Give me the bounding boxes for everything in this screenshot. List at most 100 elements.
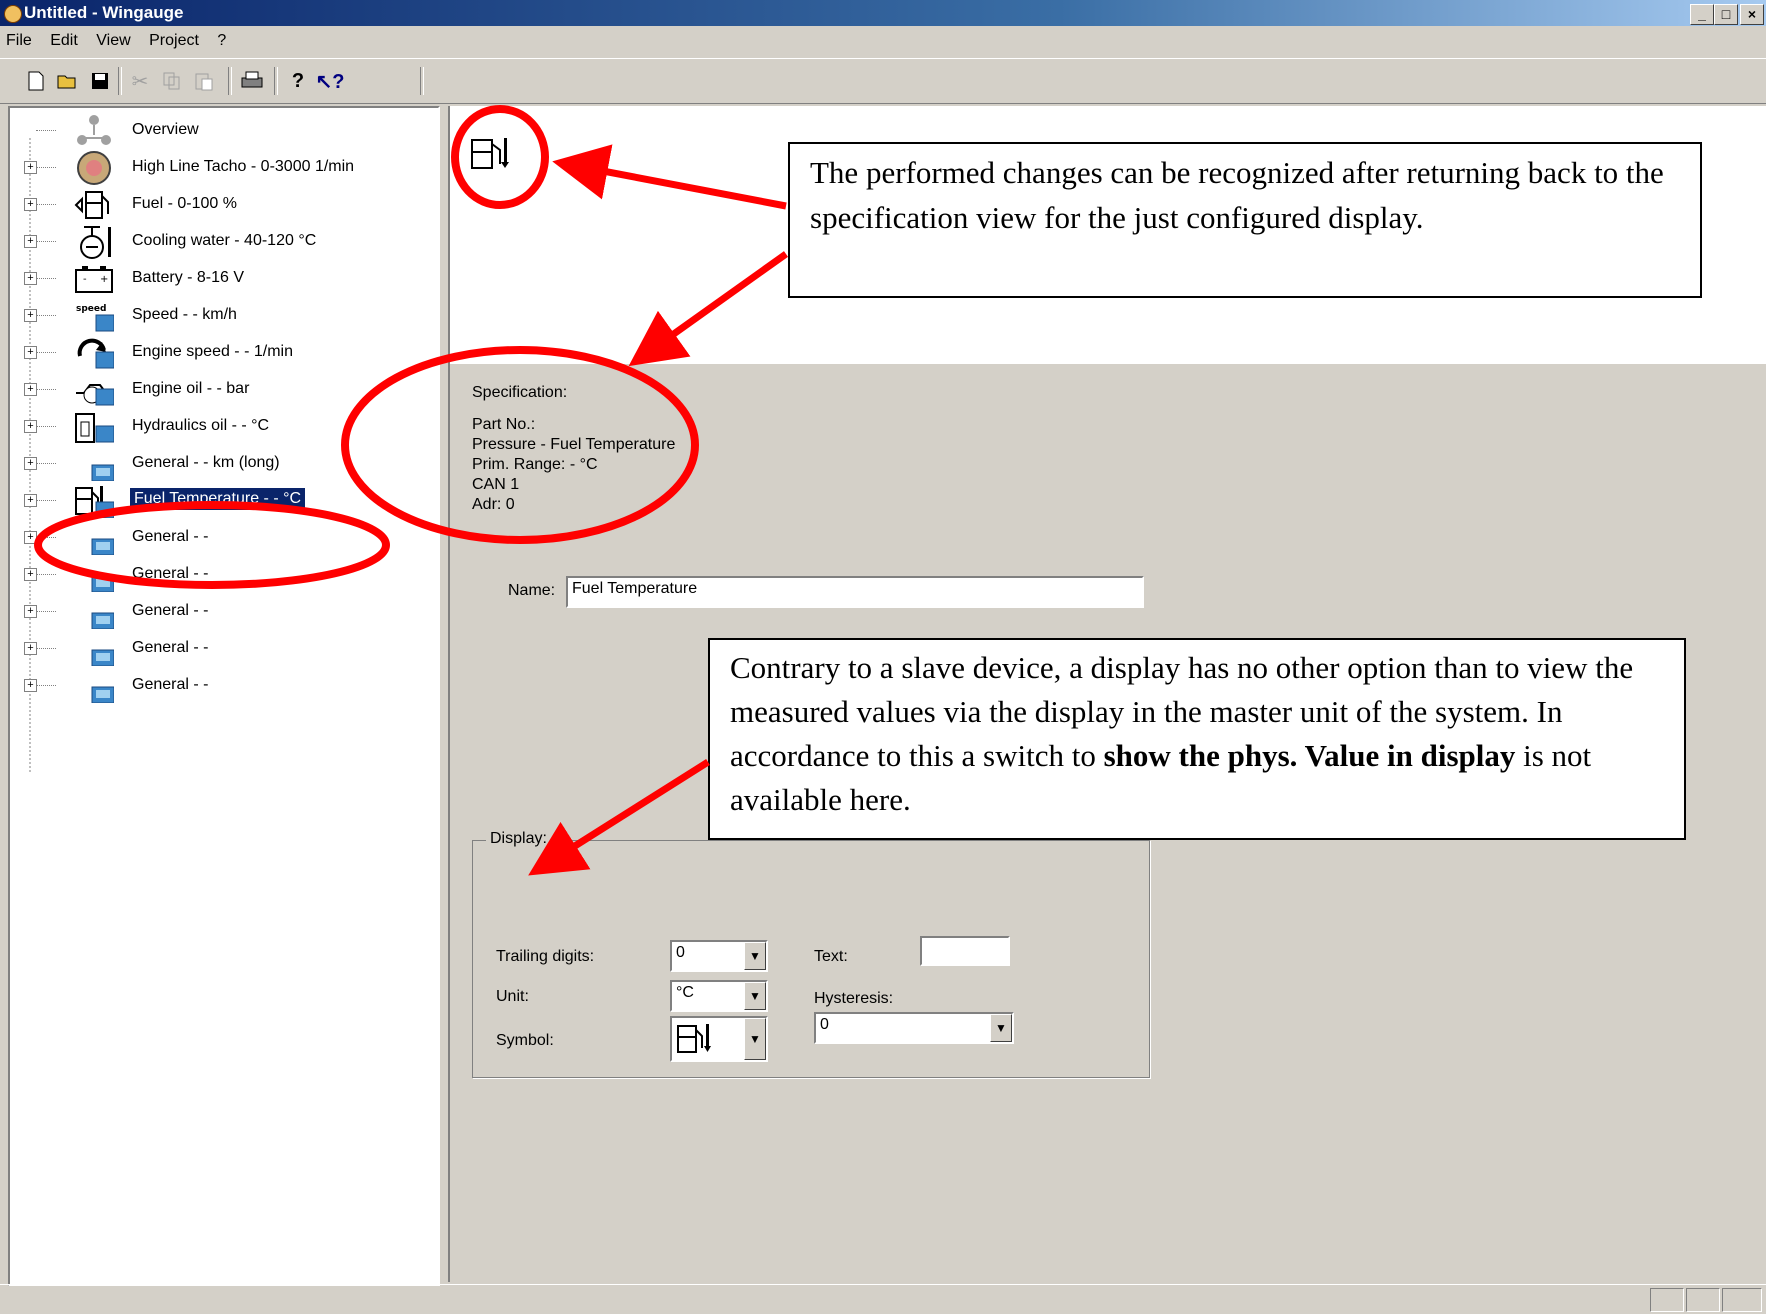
minimize-button[interactable]: _ (1690, 4, 1714, 25)
display-icon (74, 558, 115, 593)
tree-item[interactable]: + Engine speed - - 1/min (10, 334, 438, 372)
context-help-icon[interactable]: ↖? (316, 69, 345, 93)
tree-item[interactable]: + General - - (10, 556, 438, 594)
text-input[interactable] (920, 936, 1010, 966)
tree-item-label[interactable]: General - - (132, 602, 208, 620)
maximize-button[interactable]: □ (1714, 4, 1738, 25)
tree-item[interactable]: + General - - (10, 519, 438, 557)
tree-item-label[interactable]: Cooling water - 40-120 °C (132, 232, 316, 250)
hysteresis-select[interactable]: 0 ▼ (814, 1012, 1014, 1044)
fuel-temperature-icon (74, 484, 115, 519)
tree-item-label[interactable]: Hydraulics oil - - °C (132, 417, 269, 435)
toolbar-separator (118, 67, 122, 95)
tree-connector (36, 315, 56, 316)
spec-type: Pressure - Fuel Temperature (472, 436, 676, 453)
trailing-digits-label: Trailing digits: (496, 948, 595, 965)
menu-view[interactable]: View (96, 32, 130, 50)
tree-item-label[interactable]: Fuel - 0-100 % (132, 195, 237, 213)
tree-item-label[interactable]: General - - (132, 565, 208, 583)
fuel-icon (74, 188, 114, 222)
cut-icon[interactable]: ✂ (128, 69, 152, 93)
svg-text:+: + (100, 274, 108, 285)
unit-label: Unit: (496, 988, 529, 1005)
tree-connector (36, 426, 56, 427)
help-icon[interactable]: ? (286, 69, 310, 93)
callout-bottom: Contrary to a slave device, a display ha… (708, 638, 1686, 840)
chevron-down-icon[interactable]: ▼ (744, 1018, 766, 1060)
menu-project[interactable]: Project (149, 32, 199, 50)
spec-part-no: Part No.: (472, 416, 536, 433)
tree-item-label[interactable]: Speed - - km/h (132, 306, 237, 324)
tree-item[interactable]: + High Line Tacho - 0-3000 1/min (10, 149, 438, 187)
tree-item[interactable]: + Engine oil - - bar (10, 371, 438, 409)
status-panel (1722, 1288, 1762, 1312)
menu-edit[interactable]: Edit (50, 32, 78, 50)
tree-item[interactable]: Overview (10, 112, 438, 150)
window-title: Untitled - Wingauge (24, 3, 184, 22)
specification-heading: Specification: (472, 384, 568, 401)
display-icon (74, 595, 115, 630)
open-icon[interactable] (56, 69, 80, 93)
chevron-down-icon[interactable]: ▼ (990, 1014, 1012, 1042)
hydraulics-oil-icon (74, 410, 115, 444)
tree-item-label[interactable]: Fuel Temperature - - °C (130, 488, 306, 510)
new-icon[interactable] (24, 69, 48, 93)
save-icon[interactable] (88, 69, 112, 93)
tree-view[interactable]: Overview + High Line Tacho - 0-3000 1/min +… (8, 106, 440, 1286)
tree-item-label[interactable]: Battery - 8-16 V (132, 269, 244, 287)
tree-item-label[interactable]: Engine speed - - 1/min (132, 343, 293, 361)
tree-item-label[interactable]: General - - (132, 676, 208, 694)
display-icon (74, 521, 115, 556)
tree-item[interactable]: + Cooling water - 40-120 °C (10, 223, 438, 261)
hysteresis-label: Hysteresis: (814, 990, 894, 1007)
tree-item-label[interactable]: Engine oil - - bar (132, 380, 249, 398)
svg-text:speed: speed (76, 304, 106, 314)
tree-item[interactable]: + Fuel Temperature - - °C (10, 482, 438, 520)
menu-bar: File Edit View Project ? (0, 28, 1766, 56)
symbol-select[interactable]: ▼ (670, 1016, 768, 1062)
tree-item-label[interactable]: High Line Tacho - 0-3000 1/min (132, 158, 354, 176)
tree-item[interactable]: + Hydraulics oil - - °C (10, 408, 438, 446)
hysteresis-value: 0 (820, 1016, 829, 1033)
fuel-temperature-icon (677, 1024, 711, 1053)
name-label: Name: (508, 582, 556, 599)
tree-item[interactable]: + General - - (10, 630, 438, 668)
unit-value: °C (676, 984, 694, 1001)
status-panel (1686, 1288, 1720, 1312)
engine-oil-icon (74, 373, 115, 407)
copy-icon[interactable] (160, 69, 184, 93)
tree-item[interactable]: + General - - (10, 593, 438, 631)
tree-item-label[interactable]: Overview (132, 121, 199, 139)
pane-splitter[interactable] (440, 106, 446, 1282)
menu-help[interactable]: ? (217, 32, 226, 50)
paste-icon[interactable] (192, 69, 216, 93)
app-icon (4, 5, 22, 23)
tree-connector (36, 241, 56, 242)
print-icon[interactable] (240, 69, 264, 93)
toolbar-separator (274, 67, 278, 95)
tree-item-label[interactable]: General - - (132, 639, 208, 657)
tree-item[interactable]: + General - - (10, 667, 438, 705)
tree-item[interactable]: + - + Battery - 8-16 V (10, 260, 438, 298)
status-panel (1650, 1288, 1684, 1312)
tree-item[interactable]: + General - - km (long) (10, 445, 438, 483)
close-button[interactable]: × (1740, 4, 1764, 25)
spec-range: Prim. Range: - °C (472, 456, 598, 473)
tree-item-label[interactable]: General - - (132, 528, 208, 546)
tree-connector (36, 685, 56, 686)
tree-item[interactable]: + Fuel - 0-100 % (10, 186, 438, 224)
chevron-down-icon[interactable]: ▼ (744, 942, 766, 970)
menu-file[interactable]: File (6, 32, 32, 50)
chevron-down-icon[interactable]: ▼ (744, 982, 766, 1010)
speed-icon: speed (74, 299, 115, 333)
name-input[interactable]: Fuel Temperature (566, 576, 1144, 608)
toolbar: ✂ ? ↖? (0, 58, 1766, 104)
trailing-digits-select[interactable]: 0 ▼ (670, 940, 768, 972)
cooling-water-icon (74, 225, 114, 259)
toolbar-separator (228, 67, 232, 95)
callout-bottom-bold: show the phys. Value in display (1103, 738, 1516, 773)
unit-select[interactable]: °C ▼ (670, 980, 768, 1012)
tree-item-label[interactable]: General - - km (long) (132, 454, 280, 472)
tree-item[interactable]: + speed Speed - - km/h (10, 297, 438, 335)
svg-text:-: - (83, 274, 87, 285)
